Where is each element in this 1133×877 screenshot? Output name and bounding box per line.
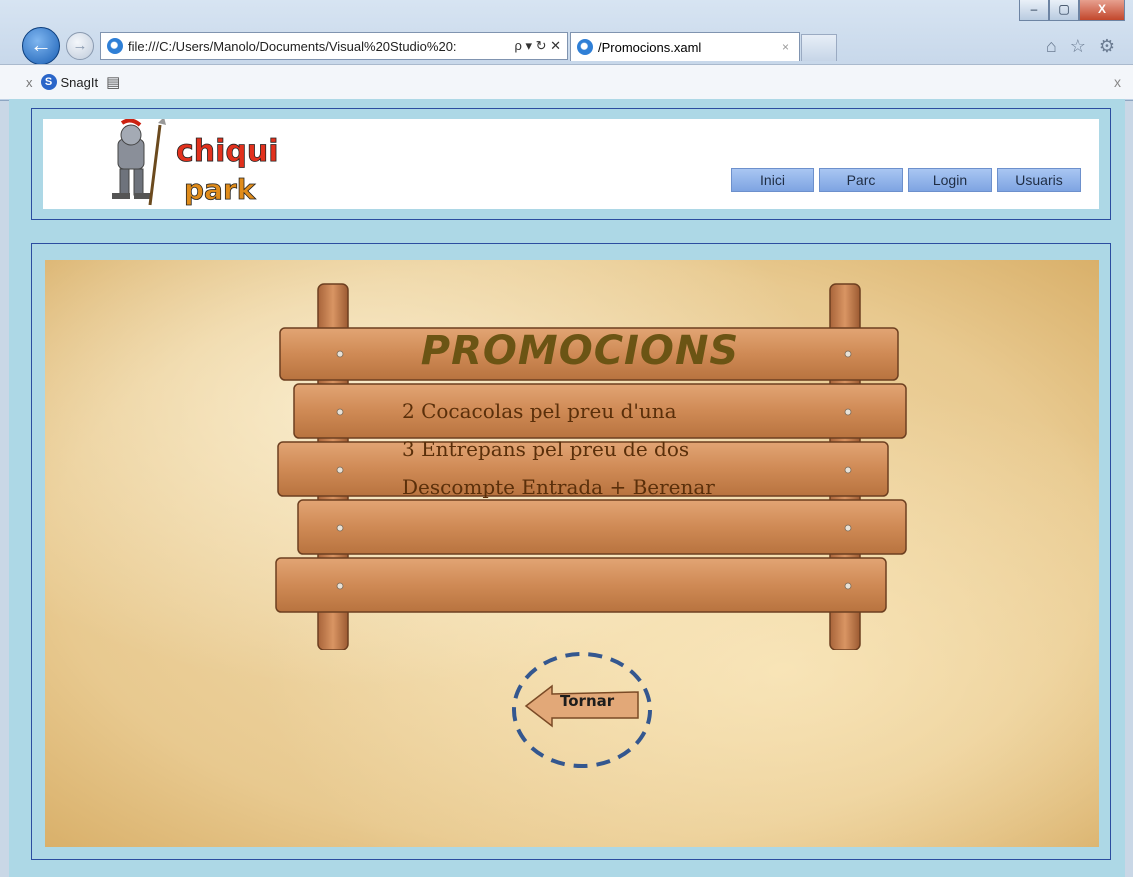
- forward-button[interactable]: →: [66, 32, 94, 60]
- tab-title: /Promocions.xaml: [598, 39, 702, 55]
- nav-inici[interactable]: Inici: [731, 168, 814, 192]
- header-frame: chiqui park Inici Parc Login Usuaris: [31, 108, 1111, 220]
- promotions-title: PROMOCIONS: [420, 328, 740, 374]
- content-frame: PROMOCIONS 2 Cocacolas pel preu d'una 3 …: [31, 243, 1111, 860]
- back-button[interactable]: ←: [22, 27, 60, 65]
- new-tab-button[interactable]: [801, 34, 837, 61]
- svg-text:chiqui: chiqui: [176, 134, 279, 169]
- nav-usuaris[interactable]: Usuaris: [997, 168, 1081, 192]
- main-nav: Inici Parc Login Usuaris: [731, 168, 1081, 192]
- home-favorites-settings-icons[interactable]: ⌂ ☆ ⚙: [1046, 36, 1119, 57]
- snagit-icon: S: [40, 74, 57, 90]
- command-bar: x S SnagIt ▤ x: [0, 64, 1133, 99]
- address-url[interactable]: file:///C:/Users/Manolo/Documents/Visual…: [128, 39, 514, 54]
- tornar-button[interactable]: Tornar: [524, 684, 642, 728]
- snagit-edit-icon[interactable]: ▤: [106, 73, 120, 91]
- browser-chrome: – ▢ X ← → file:///C:/Users/Manolo/Docume…: [0, 0, 1133, 101]
- promotion-item: 3 Entrepans pel preu de dos: [402, 437, 690, 461]
- svg-text:park: park: [184, 173, 257, 206]
- ie-page-icon: [107, 38, 123, 54]
- header-bar: chiqui park Inici Parc Login Usuaris: [43, 119, 1099, 209]
- nav-login[interactable]: Login: [908, 168, 992, 192]
- page-viewport: chiqui park Inici Parc Login Usuaris PRO…: [9, 99, 1125, 877]
- promotions-list: 2 Cocacolas pel preu d'una 3 Entrepans p…: [402, 392, 715, 506]
- nav-parc[interactable]: Parc: [819, 168, 903, 192]
- parchment-background: PROMOCIONS 2 Cocacolas pel preu d'una 3 …: [45, 260, 1099, 847]
- tab-promocions[interactable]: /Promocions.xaml ×: [570, 32, 800, 61]
- address-tools[interactable]: ρ ▾ ↻ ✕: [514, 38, 567, 54]
- promotion-item: Descompte Entrada + Berenar: [402, 475, 715, 499]
- back-arrow-icon: ←: [30, 32, 52, 57]
- tornar-label: Tornar: [560, 692, 615, 710]
- promotions-sign: PROMOCIONS 2 Cocacolas pel preu d'una 3 …: [270, 270, 910, 651]
- chiquipark-logo: chiqui park: [112, 119, 279, 206]
- toolbar-right-close-icon[interactable]: x: [1114, 74, 1121, 90]
- knight-icon: [112, 119, 166, 206]
- forward-arrow-icon: →: [72, 37, 88, 54]
- promotion-item: 2 Cocacolas pel preu d'una: [402, 399, 677, 423]
- minimize-button[interactable]: –: [1019, 0, 1049, 21]
- address-bar[interactable]: file:///C:/Users/Manolo/Documents/Visual…: [100, 32, 568, 60]
- maximize-button[interactable]: ▢: [1049, 0, 1079, 21]
- snagit-label[interactable]: SnagIt: [61, 75, 99, 90]
- back-button-area: Tornar: [510, 650, 660, 774]
- window-controls: – ▢ X: [1019, 0, 1125, 21]
- ie-tab-icon: [577, 39, 593, 55]
- close-window-button[interactable]: X: [1079, 0, 1125, 21]
- toolbar-close-icon[interactable]: x: [26, 75, 33, 90]
- tab-close-icon[interactable]: ×: [782, 40, 789, 54]
